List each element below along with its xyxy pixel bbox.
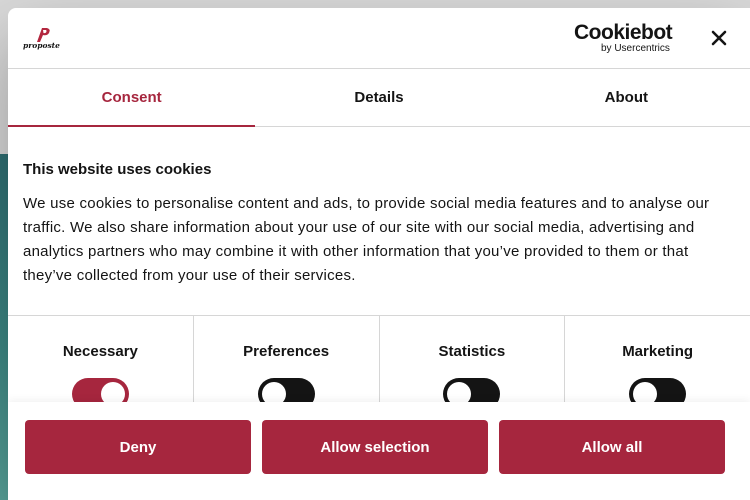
cookie-consent-dialog: proposte Cookiebot by Usercentrics Conse… (8, 8, 750, 500)
consent-title: This website uses cookies (23, 161, 212, 178)
category-statistics: Statistics (380, 316, 566, 416)
category-label: Necessary (62, 343, 138, 360)
close-icon[interactable] (709, 28, 729, 48)
dialog-footer: Deny Allow selection Allow all (8, 402, 750, 500)
category-label: Marketing (622, 343, 694, 360)
tab-consent[interactable]: Consent (8, 69, 256, 127)
deny-button[interactable]: Deny (25, 420, 251, 474)
category-label: Statistics (438, 343, 506, 360)
cookiebot-tagline: by Usercentrics (601, 43, 670, 54)
tab-details[interactable]: Details (255, 69, 502, 126)
category-necessary: Necessary (8, 316, 194, 416)
category-marketing: Marketing (565, 316, 750, 416)
category-label: Preferences (243, 343, 330, 360)
cookiebot-logo: Cookiebot by Usercentrics (574, 22, 678, 54)
allow-all-button[interactable]: Allow all (499, 420, 725, 474)
cookie-categories: Necessary Preferences Statistics Marketi… (8, 315, 750, 416)
cookiebot-wordmark: Cookiebot (574, 21, 673, 44)
allow-selection-button[interactable]: Allow selection (262, 420, 488, 474)
dialog-header: proposte Cookiebot by Usercentrics (8, 8, 750, 69)
consent-description: We use cookies to personalise content an… (23, 195, 710, 284)
tab-about[interactable]: About (503, 69, 750, 126)
logo-wordmark: proposte (23, 41, 60, 50)
category-preferences: Preferences (194, 316, 380, 416)
consent-panel: This website uses cookies We use cookies… (8, 161, 750, 288)
tab-bar: Consent Details About (8, 69, 750, 127)
proposte-logo: proposte (23, 28, 60, 50)
